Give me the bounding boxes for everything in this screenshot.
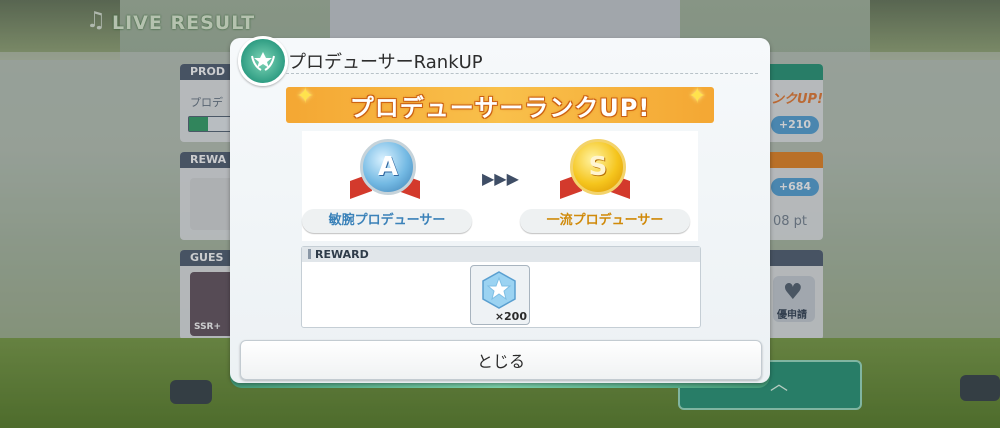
arrows-icon: ▶▶▶ xyxy=(482,169,519,188)
rank-s-badge: S xyxy=(560,139,630,201)
sparkle-icon: ✦ xyxy=(688,84,707,109)
reward-header: REWARD xyxy=(302,247,700,262)
star-gem-icon xyxy=(482,271,516,309)
laurel-emblem-icon xyxy=(238,36,288,86)
rank-up-dialog: プロデューサーRankUP プロデューサーランクUP! ✦ ✦ A 敏腕プロデュ… xyxy=(230,36,770,388)
rank-a-medal: A xyxy=(360,139,416,195)
banner-text: プロデューサーランクUP! xyxy=(349,93,651,122)
rank-s-medal: S xyxy=(570,139,626,195)
from-rank-name: 敏腕プロデューサー xyxy=(302,209,472,233)
close-button[interactable]: とじる xyxy=(240,340,762,380)
dialog-title: プロデューサーRankUP xyxy=(288,52,483,73)
rank-up-banner: プロデューサーランクUP! xyxy=(286,87,714,123)
sparkle-icon: ✦ xyxy=(296,84,315,109)
reward-item[interactable]: ×200 xyxy=(470,265,530,325)
reward-section: REWARD ×200 xyxy=(301,246,701,328)
to-rank-name: 一流プロデューサー xyxy=(520,209,690,233)
rank-a-badge: A xyxy=(350,139,420,201)
reward-count: ×200 xyxy=(494,310,527,323)
title-divider xyxy=(286,73,758,75)
rank-change-area: A 敏腕プロデューサー ▶▶▶ S 一流プロデューサー xyxy=(302,131,698,241)
